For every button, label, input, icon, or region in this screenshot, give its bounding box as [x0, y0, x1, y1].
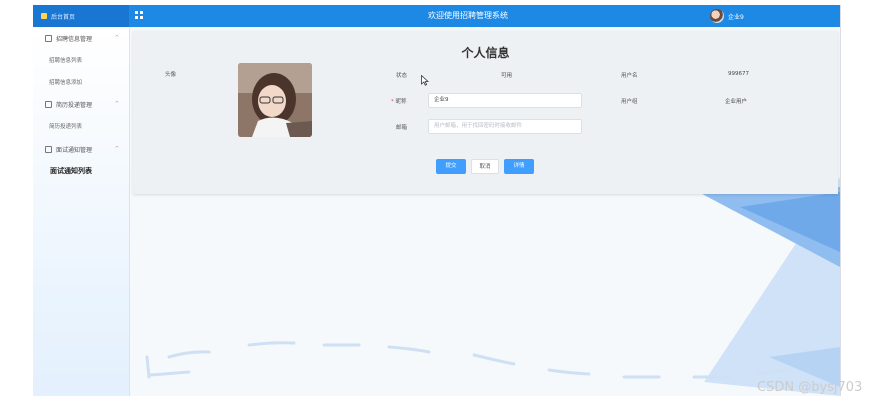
home-icon — [41, 13, 47, 19]
home-link[interactable]: 后台首页 — [33, 5, 129, 27]
top-bar: 后台首页 欢迎使用招聘管理系统 企业9 — [33, 5, 840, 27]
username-label: 用户名 — [621, 73, 638, 79]
sidebar-group-resume[interactable]: 简历投递管理 ^ — [45, 98, 125, 110]
sidebar-item-resume-list[interactable]: 简历投递列表 — [49, 122, 82, 130]
sidebar-group-recruit-info[interactable]: 招聘信息管理 ^ — [45, 32, 125, 44]
home-label: 后台首页 — [51, 13, 76, 21]
chevron-up-icon: ^ — [114, 146, 119, 152]
nickname-label: * 昵称 — [391, 97, 407, 105]
sidebar-item-recruit-list[interactable]: 招聘信息列表 — [49, 56, 82, 64]
submit-button[interactable]: 提交 — [436, 159, 466, 174]
document-icon — [45, 34, 52, 42]
details-button[interactable]: 详情 — [504, 159, 534, 174]
sidebar-item-recruit-add[interactable]: 招聘信息添加 — [49, 78, 82, 86]
email-label: 邮箱 — [396, 125, 408, 131]
welcome-title: 欢迎使用招聘管理系统 — [428, 11, 508, 20]
user-avatar[interactable] — [710, 9, 724, 23]
status-label: 状态 — [396, 73, 408, 79]
nickname-input[interactable]: 企业9 — [428, 93, 582, 108]
nickname-label-text: 昵称 — [395, 99, 407, 105]
page-title: 个人信息 — [461, 46, 510, 60]
user-name: 企业9 — [728, 13, 744, 21]
sidebar: 招聘信息管理 ^ 招聘信息列表 招聘信息添加 简历投递管理 ^ 简历投递列表 面… — [33, 27, 130, 396]
usergroup-label: 用户组 — [621, 99, 638, 105]
menu-toggle-icon[interactable] — [135, 11, 143, 19]
document-icon — [45, 145, 52, 153]
email-input[interactable]: 用户邮箱，用于找回密码时接收邮件 — [428, 119, 582, 134]
document-icon — [45, 100, 52, 108]
sidebar-group-label: 面试通知管理 — [56, 146, 93, 154]
mouse-cursor-icon — [421, 75, 429, 86]
usergroup-value: 企业用户 — [725, 99, 748, 105]
cancel-button[interactable]: 取消 — [471, 159, 499, 174]
sidebar-item-interview-list[interactable]: 面试通知列表 — [50, 166, 92, 176]
sidebar-group-interview[interactable]: 面试通知管理 ^ — [45, 143, 125, 155]
sidebar-group-label: 简历投递管理 — [56, 101, 93, 109]
sidebar-group-label: 招聘信息管理 — [56, 35, 93, 43]
username-value: 999677 — [728, 71, 749, 77]
avatar-label: 头像 — [165, 72, 177, 78]
profile-card: 个人信息 头像 状态 可用 用户名 999677 * 昵称 企业9 用户组 企业… — [133, 31, 838, 194]
app-window: 后台首页 欢迎使用招聘管理系统 企业9 招聘信息管理 ^ 招聘信息列表 招聘信息… — [33, 5, 841, 396]
profile-photo[interactable] — [238, 63, 312, 137]
required-mark: * — [391, 99, 394, 105]
chevron-up-icon: ^ — [114, 35, 119, 41]
status-value: 可用 — [501, 73, 513, 79]
watermark: CSDN @bysj703 — [757, 380, 863, 395]
chevron-up-icon: ^ — [114, 101, 119, 107]
profile-photo-image — [238, 63, 312, 137]
user-menu[interactable]: 企业9 — [710, 8, 744, 24]
